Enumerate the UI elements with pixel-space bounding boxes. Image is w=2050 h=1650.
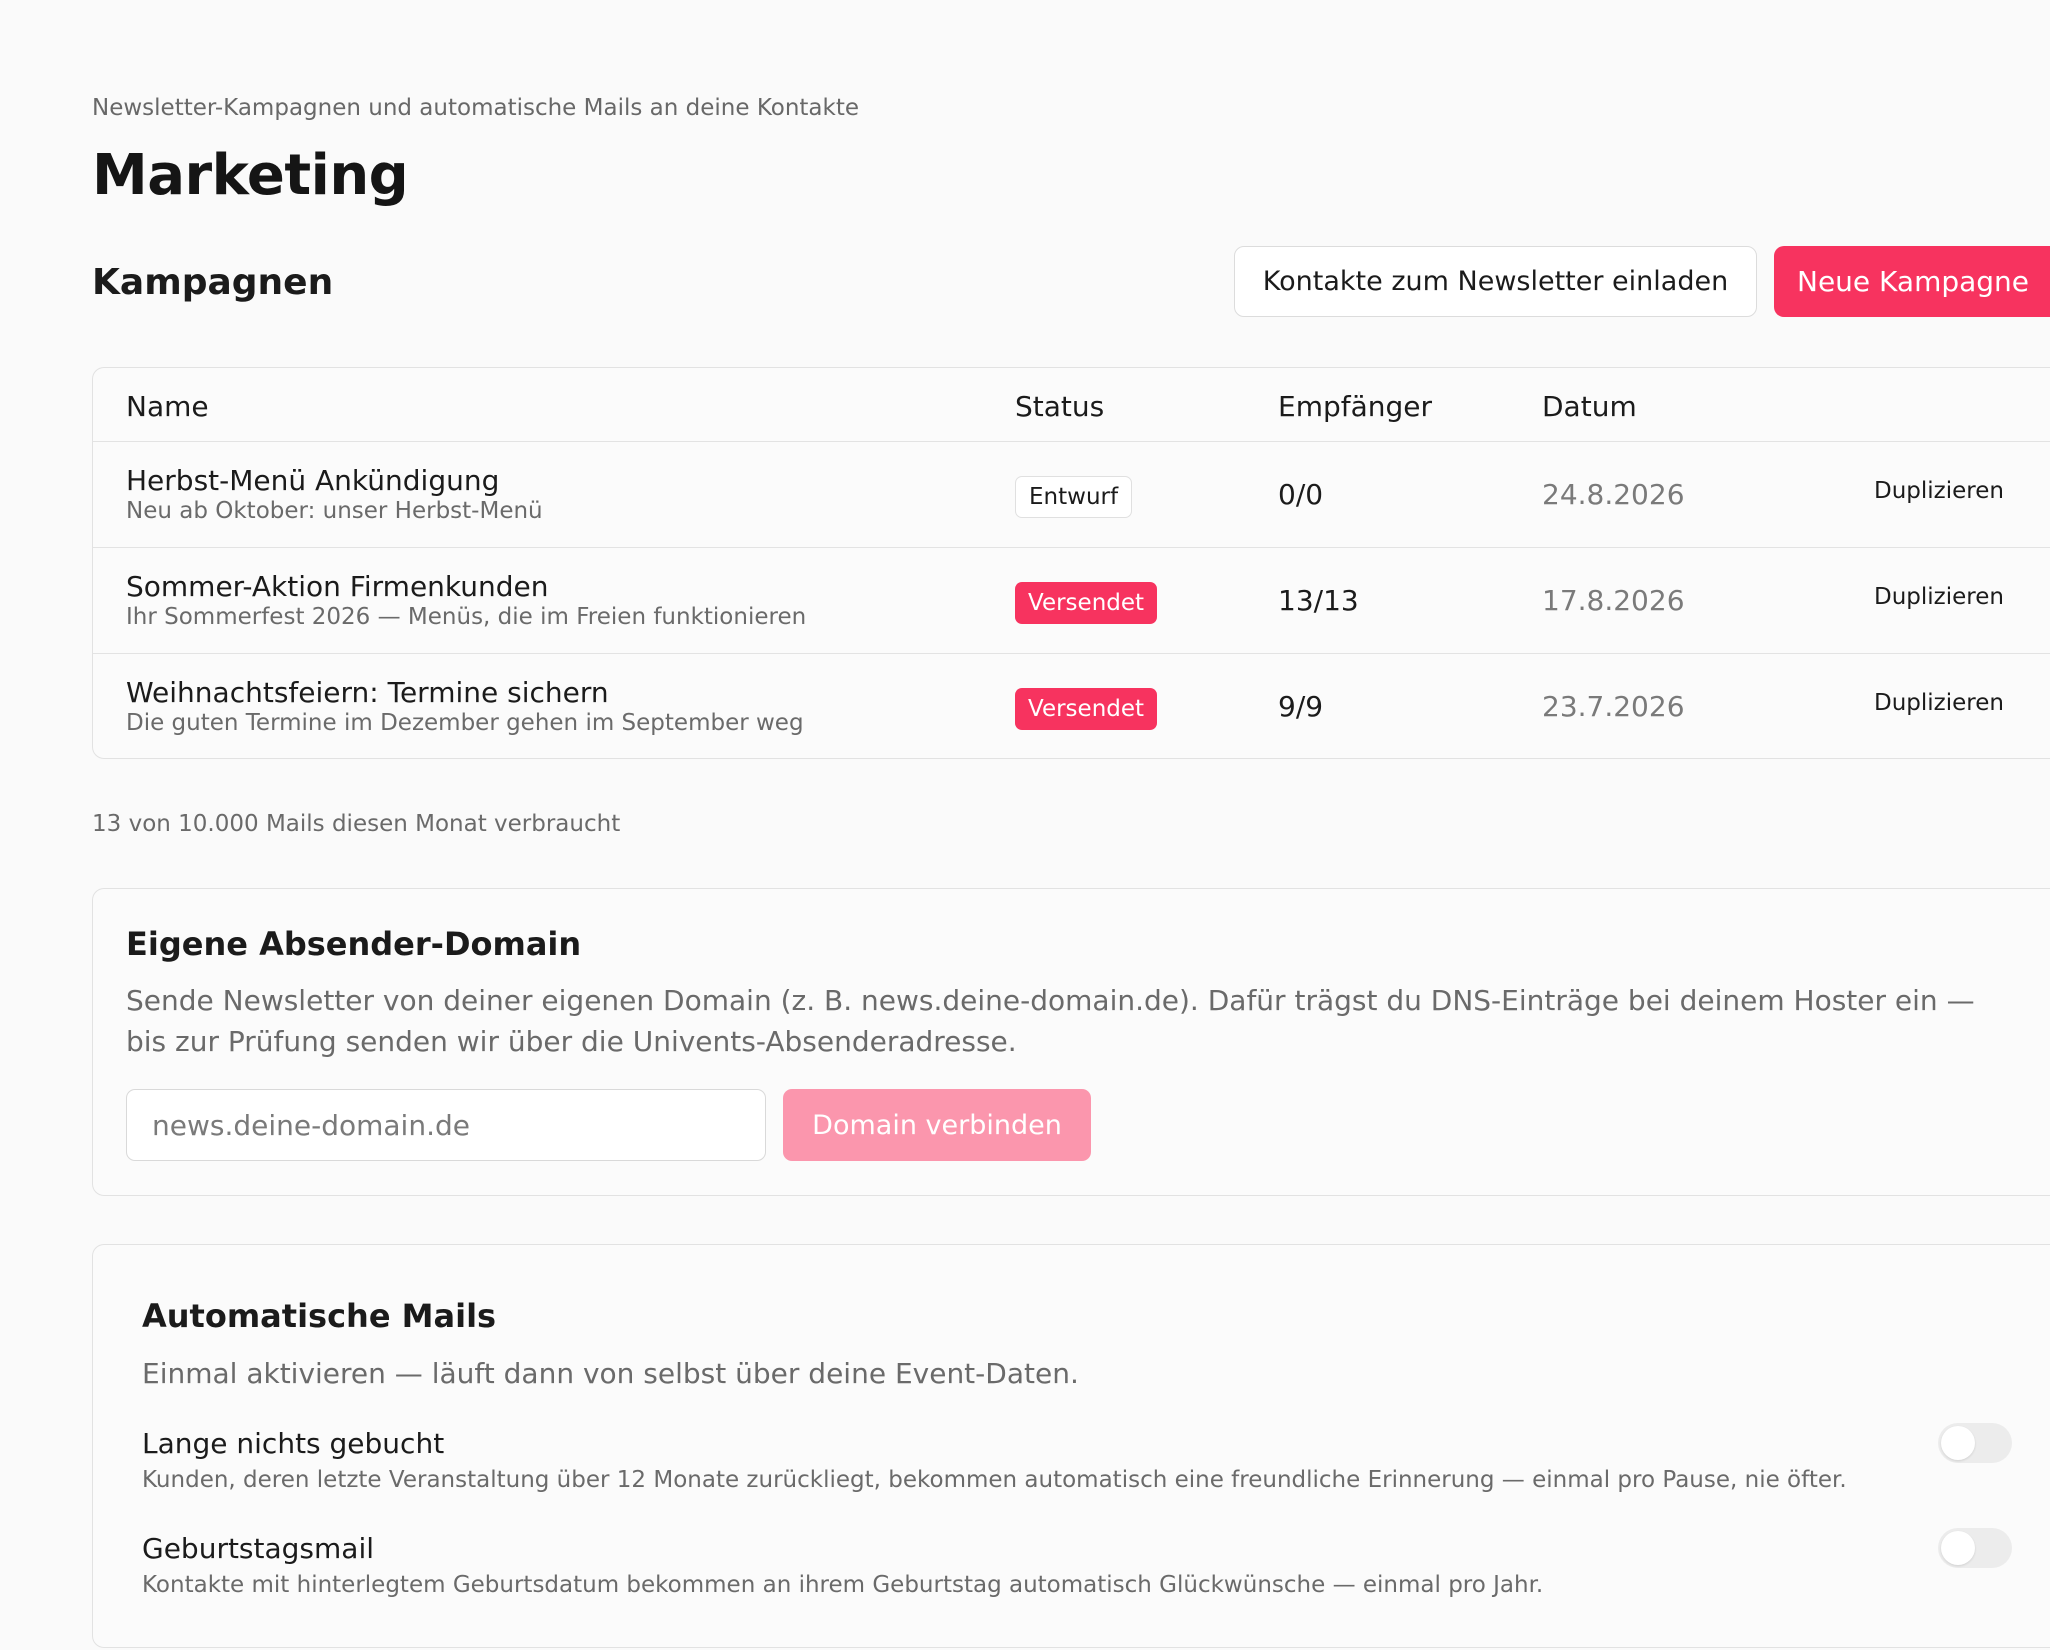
toggle-knob <box>1941 1426 1975 1460</box>
sender-domain-title: Eigene Absender-Domain <box>126 925 582 963</box>
campaign-date: 24.8.2026 <box>1542 478 1685 511</box>
campaign-name: Sommer-Aktion Firmenkunden <box>126 570 549 603</box>
sender-domain-card: Eigene Absender-Domain Sende Newsletter … <box>92 888 2050 1196</box>
invite-contacts-button[interactable]: Kontakte zum Newsletter einladen <box>1234 246 1757 317</box>
campaign-name: Weihnachtsfeiern: Termine sichern <box>126 676 609 709</box>
automation-item-title: Geburtstagsmail <box>142 1532 375 1565</box>
birthday-mail-toggle[interactable] <box>1938 1528 2012 1568</box>
automation-item-description: Kunden, deren letzte Veranstaltung über … <box>142 1467 1847 1493</box>
automatic-mails-title: Automatische Mails <box>142 1297 497 1335</box>
column-header-name[interactable]: Name <box>126 390 209 423</box>
column-header-recipients[interactable]: Empfänger <box>1278 390 1432 423</box>
toggle-knob <box>1941 1531 1975 1565</box>
status-badge: Versendet <box>1015 582 1158 624</box>
automatic-mails-card: Automatische Mails Einmal aktivieren — l… <box>92 1244 2050 1648</box>
mail-usage-text: 13 von 10.000 Mails diesen Monat verbrau… <box>92 811 621 837</box>
page-title: Marketing <box>92 143 409 208</box>
duplicate-button[interactable]: Duplizieren <box>1874 478 2004 504</box>
campaign-recipients: 9/9 <box>1278 690 1324 723</box>
campaigns-heading: Kampagnen <box>92 262 334 303</box>
campaign-date: 17.8.2026 <box>1542 584 1685 617</box>
status-badge: Entwurf <box>1015 476 1133 518</box>
automation-item-title: Lange nichts gebucht <box>142 1427 445 1460</box>
campaigns-table: Name Status Empfänger Datum Herbst-Menü … <box>92 367 2050 759</box>
inactive-customers-toggle[interactable] <box>1938 1423 2012 1463</box>
table-row[interactable]: Sommer-Aktion Firmenkunden Ihr Sommerfes… <box>93 548 2050 654</box>
campaign-recipients: 0/0 <box>1278 478 1324 511</box>
duplicate-button[interactable]: Duplizieren <box>1874 690 2004 716</box>
page-subtitle: Newsletter-Kampagnen und automatische Ma… <box>92 95 860 121</box>
new-campaign-button[interactable]: Neue Kampagne <box>1774 246 2050 317</box>
duplicate-button[interactable]: Duplizieren <box>1874 584 2004 610</box>
table-header: Name Status Empfänger Datum <box>93 368 2050 442</box>
status-badge: Versendet <box>1015 688 1158 730</box>
table-row[interactable]: Herbst-Menü Ankündigung Neu ab Oktober: … <box>93 442 2050 548</box>
automatic-mails-description: Einmal aktivieren — läuft dann von selbs… <box>142 1357 1079 1390</box>
table-row[interactable]: Weihnachtsfeiern: Termine sichern Die gu… <box>93 654 2050 758</box>
campaign-name: Herbst-Menü Ankündigung <box>126 464 500 497</box>
campaign-subject: Ihr Sommerfest 2026 — Menüs, die im Frei… <box>126 604 807 630</box>
column-header-date[interactable]: Datum <box>1542 390 1637 423</box>
column-header-status[interactable]: Status <box>1015 390 1104 423</box>
automation-item-description: Kontakte mit hinterlegtem Geburtsdatum b… <box>142 1572 1544 1598</box>
domain-input[interactable] <box>126 1089 766 1161</box>
campaign-subject: Die guten Termine im Dezember gehen im S… <box>126 710 804 736</box>
campaign-subject: Neu ab Oktober: unser Herbst-Menü <box>126 498 543 524</box>
campaign-date: 23.7.2026 <box>1542 690 1685 723</box>
campaign-recipients: 13/13 <box>1278 584 1359 617</box>
connect-domain-button[interactable]: Domain verbinden <box>783 1089 1091 1161</box>
sender-domain-description: Sende Newsletter von deiner eigenen Doma… <box>126 984 1975 1058</box>
